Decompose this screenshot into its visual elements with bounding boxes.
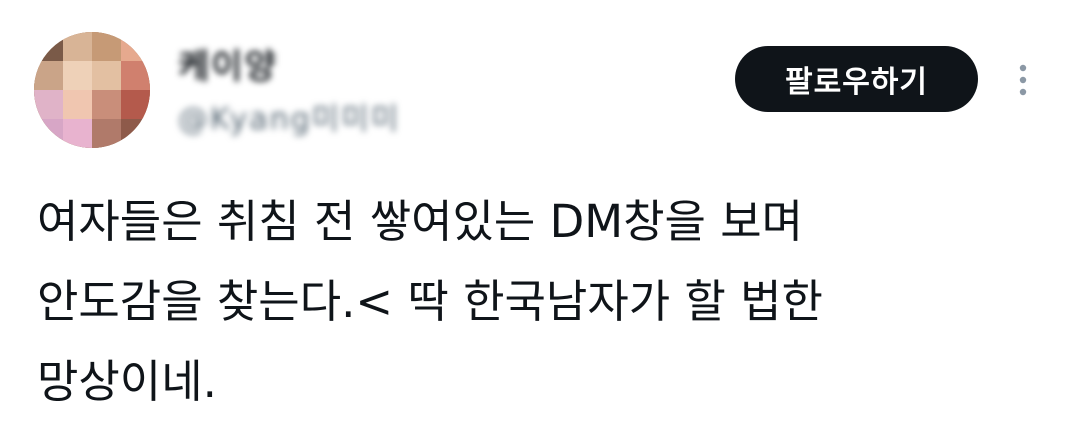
follow-button-label: 팔로우하기 xyxy=(785,65,928,100)
display-name-text: 케이양 xyxy=(178,46,278,87)
follow-button[interactable]: 팔로우하기 xyxy=(735,46,978,112)
avatar[interactable] xyxy=(34,32,150,148)
user-handle-text: @Kyang미미미 xyxy=(178,102,401,137)
avatar-image xyxy=(34,32,150,148)
tweet-line: 안도감을 찾는다.< 딱 한국남자가 할 법한 xyxy=(37,275,823,328)
tweet-text: 여자들은 취침 전 쌓여있는 DM창을 보며 안도감을 찾는다.< 딱 한국남자… xyxy=(37,182,1047,422)
more-vertical-icon xyxy=(1019,64,1027,96)
tweet-line: 여자들은 취침 전 쌓여있는 DM창을 보며 xyxy=(37,195,803,248)
user-handle[interactable]: @Kyang미미미 xyxy=(178,96,401,137)
tweet-line: 망상이네. xyxy=(37,355,217,408)
display-name[interactable]: 케이양 xyxy=(178,38,278,88)
more-options-button[interactable] xyxy=(1008,58,1038,102)
tweet-card: 케이양 @Kyang미미미 팔로우하기 여자들은 취침 전 쌓여있는 DM창을 … xyxy=(0,0,1078,430)
